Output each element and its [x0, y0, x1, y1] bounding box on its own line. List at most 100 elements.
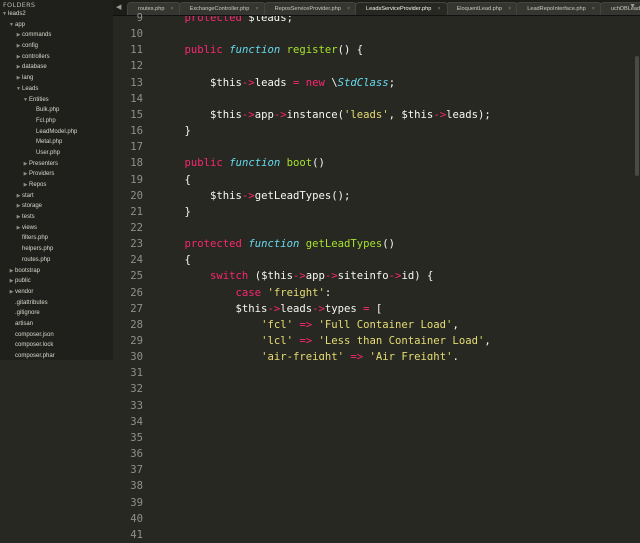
code-token: : — [324, 286, 332, 299]
tree-file-item[interactable]: Metal.php — [0, 137, 113, 148]
tree-folder-item[interactable]: ▶ Presenters — [0, 159, 113, 170]
tab-reposserviceprovider-php[interactable]: ReposServiceProvider.php × — [263, 2, 358, 15]
tree-file-item[interactable]: User.php — [0, 148, 113, 159]
tree-file-item[interactable]: artisan — [0, 319, 113, 330]
tree-folder-item[interactable]: ▶ Providers — [0, 169, 113, 180]
tree-folder-item[interactable]: ▶ config — [0, 41, 113, 52]
code-editor[interactable]: protected $leads; public function regist… — [143, 16, 633, 360]
code-line: $this->getLeadTypes(); — [159, 188, 350, 204]
line-number: 18 — [130, 157, 143, 170]
tab-leadsserviceprovider-php[interactable]: LeadsServiceProvider.php × — [355, 2, 448, 15]
code-token: leads); — [446, 108, 491, 121]
tree-folder-item[interactable]: ▼app — [0, 20, 113, 31]
disclosure-closed-icon[interactable]: ▶ — [8, 266, 15, 277]
close-icon[interactable]: × — [437, 6, 440, 12]
close-icon[interactable]: × — [255, 6, 258, 12]
tree-folder-item[interactable]: ▶ controllers — [0, 52, 113, 63]
tree-file-item[interactable]: .gitignore — [0, 308, 113, 319]
tab-label: EloquentLead.php — [456, 6, 502, 12]
tree-item-label: helpers.php — [22, 246, 54, 253]
tabs: routes.php × ExchangeController.php × ReposS… — [127, 2, 640, 15]
disclosure-open-icon[interactable]: ▼ — [8, 20, 15, 31]
tree-file-item[interactable]: composer.lock — [0, 340, 113, 351]
tree-folder-item[interactable]: ▶ database — [0, 62, 113, 73]
code-line: public function boot() — [159, 155, 325, 171]
editor-scrollbar[interactable] — [634, 16, 640, 360]
tree-file-item[interactable]: Bulk.php — [0, 105, 113, 116]
close-icon[interactable]: × — [347, 6, 350, 12]
line-number: 26 — [130, 286, 143, 299]
tree-folder-item[interactable]: ▶ start — [0, 191, 113, 202]
disclosure-closed-icon[interactable]: ▶ — [15, 62, 22, 73]
tab-exchangecontroller-php[interactable]: ExchangeController.php × — [178, 2, 266, 15]
disclosure-closed-icon[interactable]: ▶ — [15, 30, 22, 41]
disclosure-closed-icon[interactable]: ▶ — [22, 169, 29, 180]
tree-item-label: Leads — [22, 85, 39, 92]
code-token: ; — [388, 76, 396, 89]
tree-folder-item[interactable]: ▶ commands — [0, 30, 113, 41]
code-token: -> — [267, 302, 281, 315]
code-line: protected $leads; — [159, 16, 293, 26]
tree-item-label: Presenters — [29, 160, 59, 167]
tree-folder-item[interactable]: ▶ vendor — [0, 287, 113, 298]
tree-folder-item[interactable]: ▶ tests — [0, 212, 113, 223]
tree-file-item[interactable]: .gitattributes — [0, 298, 113, 309]
tree-item-label: storage — [22, 203, 43, 210]
tree-file-item[interactable]: helpers.php — [0, 244, 113, 255]
tree-item-label: composer.json — [15, 331, 54, 338]
tree-folder-item[interactable]: ▶ bootstrap — [0, 266, 113, 277]
tree-folder-item[interactable]: ▶ Repos — [0, 180, 113, 191]
tree-item-label: vendor — [15, 288, 34, 295]
tree-file-item[interactable]: composer.phar — [0, 351, 113, 360]
disclosure-open-icon[interactable]: ▼ — [1, 9, 8, 20]
disclosure-closed-icon[interactable]: ▶ — [15, 41, 22, 52]
disclosure-closed-icon[interactable]: ▶ — [15, 212, 22, 223]
disclosure-open-icon[interactable]: ▼ — [15, 84, 22, 95]
close-icon[interactable]: × — [508, 6, 511, 12]
code-token: 'leads' — [344, 108, 389, 121]
tree-item-label: User.php — [36, 149, 61, 156]
tree-file-item[interactable]: composer.json — [0, 330, 113, 341]
disclosure-closed-icon[interactable]: ▶ — [22, 159, 29, 170]
close-icon[interactable]: × — [170, 6, 173, 12]
tree-item-label: commands — [22, 32, 52, 39]
code-token: { — [159, 173, 191, 186]
tree-folder-item[interactable]: ▶ views — [0, 223, 113, 234]
code-token: leads — [254, 76, 293, 89]
disclosure-closed-icon[interactable]: ▶ — [15, 201, 22, 212]
line-number: 27 — [130, 302, 143, 315]
tab-leadrepointerface-php[interactable]: LeadRepoInterface.php × — [516, 2, 602, 15]
tree-file-item[interactable]: filters.php — [0, 233, 113, 244]
tree-folder-item[interactable]: ▶ storage — [0, 201, 113, 212]
tree-folder-item[interactable]: ▼Entities — [0, 95, 113, 106]
tree-file-item[interactable]: Fcl.php — [0, 116, 113, 127]
disclosure-closed-icon[interactable]: ▶ — [8, 287, 15, 298]
disclosure-closed-icon[interactable]: ▶ — [15, 223, 22, 234]
code-line: switch ($this->app->siteinfo->id) { — [159, 268, 433, 284]
line-number: 35 — [130, 431, 143, 444]
disclosure-closed-icon[interactable]: ▶ — [22, 180, 29, 191]
disclosure-closed-icon[interactable]: ▶ — [15, 52, 22, 63]
code-token: -> — [292, 270, 306, 283]
tree-folder-item[interactable]: ▶ lang — [0, 73, 113, 84]
tab-list-dropdown-icon[interactable]: ▼ — [629, 3, 636, 10]
disclosure-open-icon[interactable]: ▼ — [22, 95, 29, 106]
tree-file-item[interactable]: LeadModel.php — [0, 127, 113, 138]
tab-eloquentlead-php[interactable]: EloquentLead.php × — [445, 2, 519, 15]
tree-folder-item[interactable]: ▼Leads — [0, 84, 113, 95]
tree-item-label: Bulk.php — [36, 107, 60, 114]
scrollbar-thumb[interactable] — [635, 56, 639, 176]
tree-file-item[interactable]: routes.php — [0, 255, 113, 266]
code-line: 'air-freight' => 'Air Freight', — [159, 349, 459, 360]
code-token: -> — [312, 302, 325, 315]
tree-item-label: lang — [22, 75, 34, 82]
disclosure-closed-icon[interactable]: ▶ — [15, 191, 22, 202]
code-line: { — [159, 252, 191, 268]
tree-folder-item[interactable]: ▶ public — [0, 276, 113, 287]
tree-folder-item[interactable]: ▼leads2 — [0, 9, 113, 20]
disclosure-closed-icon[interactable]: ▶ — [15, 73, 22, 84]
close-icon[interactable]: × — [592, 6, 595, 12]
disclosure-closed-icon[interactable]: ▶ — [8, 276, 15, 287]
code-token: -> — [388, 270, 402, 283]
code-token: function — [229, 157, 281, 170]
